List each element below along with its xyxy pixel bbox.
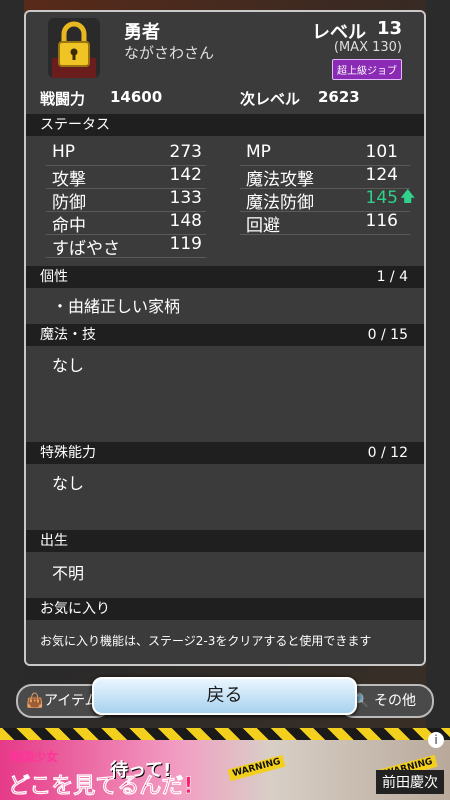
- back-button[interactable]: 戻る: [92, 677, 357, 715]
- stat-attack-value: 142: [169, 165, 202, 185]
- character-name: 勇者: [124, 22, 160, 43]
- stat-magic-defense-value: 145: [365, 188, 398, 208]
- job-badge: 超上級ジョブ: [332, 59, 402, 80]
- stat-magic-attack-value: 124: [365, 165, 398, 185]
- stat-divider: [240, 234, 410, 235]
- bag-icon: 👜: [26, 693, 44, 709]
- stat-mp-value: 101: [365, 142, 398, 162]
- character-portrait: [48, 18, 100, 78]
- stat-mp-label: MP: [246, 142, 271, 162]
- character-status-panel: 勇者 ながさわさん レベル 13 (MAX 130) 超上級ジョブ 戦闘力 14…: [24, 10, 426, 666]
- stat-attack-label: 攻撃: [52, 170, 86, 190]
- personality-title: 個性: [40, 269, 68, 285]
- next-level-value: 2623: [318, 88, 360, 106]
- stat-hp-label: HP: [52, 142, 76, 162]
- abilities-section-title: 特殊能力 0 / 12: [26, 442, 424, 464]
- abilities-count: 0 / 12: [367, 445, 408, 461]
- stat-defense-value: 133: [169, 188, 202, 208]
- background-left-edge: [0, 0, 24, 728]
- stat-divider: [46, 257, 206, 258]
- favorite-section: お気に入り機能は、ステージ2-3をクリアすると使用できます: [26, 620, 424, 664]
- next-level-label: 次レベル: [240, 90, 301, 108]
- stat-defense-label: 防御: [52, 193, 86, 213]
- skills-section: なし: [26, 346, 424, 440]
- background-right-edge: [426, 0, 450, 728]
- other-button-label: その他: [374, 693, 416, 709]
- player-name: ながさわさん: [124, 44, 215, 62]
- origin-section-title: 出生: [26, 530, 424, 552]
- info-icon[interactable]: i: [428, 732, 444, 748]
- favorite-section-title: お気に入り: [26, 598, 424, 620]
- stat-accuracy-label: 命中: [52, 216, 86, 236]
- ad-caution-stripe: [0, 728, 450, 740]
- abilities-item: なし: [52, 474, 85, 493]
- personality-section: ・由緒正しい家柄: [26, 288, 424, 320]
- status-section-title: ステータス: [26, 114, 424, 136]
- ad-logo: 戦国少女: [10, 750, 59, 764]
- power-value: 14600: [110, 88, 163, 106]
- abilities-section: なし: [26, 464, 424, 526]
- favorite-note: お気に入り機能は、ステージ2-3をクリアすると使用できます: [40, 634, 372, 648]
- origin-title: 出生: [40, 533, 68, 549]
- level-value: 13: [376, 18, 402, 39]
- personality-count: 1 / 4: [376, 269, 408, 285]
- skills-count: 0 / 15: [367, 327, 408, 343]
- stat-speed-label: すばやさ: [52, 239, 120, 259]
- status-title: ステータス: [40, 117, 110, 133]
- personality-section-title: 個性 1 / 4: [26, 266, 424, 288]
- character-header: 勇者 ながさわさん レベル 13 (MAX 130) 超上級ジョブ 戦闘力 14…: [26, 12, 424, 112]
- abilities-title: 特殊能力: [40, 445, 96, 461]
- ad-banner[interactable]: 戦国少女 どこを見てるんだ! 待って! WARNING WARNING 前田慶次…: [0, 728, 450, 800]
- arrow-up-icon: 🡅: [400, 187, 416, 205]
- status-section: HP 273 攻撃 142 防御 133 命中 148 すばやさ 119 MP …: [26, 136, 424, 266]
- max-level: (MAX 130): [333, 40, 402, 55]
- ad-wait-text: 待って!: [110, 760, 172, 781]
- stat-evasion-label: 回避: [246, 216, 280, 236]
- stat-accuracy-value: 148: [169, 211, 202, 231]
- skills-title: 魔法・技: [40, 327, 96, 343]
- origin-section: 不明: [26, 552, 424, 596]
- skills-section-title: 魔法・技 0 / 15: [26, 324, 424, 346]
- stat-evasion-value: 116: [365, 211, 398, 231]
- lock-icon: [52, 21, 96, 78]
- power-row: 戦闘力 14600 次レベル 2623: [40, 88, 410, 114]
- stat-magic-attack-label: 魔法攻撃: [246, 170, 314, 190]
- favorite-title: お気に入り: [40, 601, 110, 617]
- ad-character-name: 前田慶次: [376, 770, 444, 794]
- skills-item: なし: [52, 356, 85, 375]
- stat-speed-value: 119: [169, 234, 202, 254]
- items-button-label: アイテム: [44, 693, 99, 709]
- stat-hp-value: 273: [169, 142, 202, 162]
- origin-value: 不明: [52, 564, 85, 583]
- power-label: 戦闘力: [40, 90, 86, 108]
- stat-magic-defense-label: 魔法防御: [246, 193, 314, 213]
- ad-warning-tag: WARNING: [227, 754, 286, 782]
- personality-item: ・由緒正しい家柄: [52, 297, 181, 316]
